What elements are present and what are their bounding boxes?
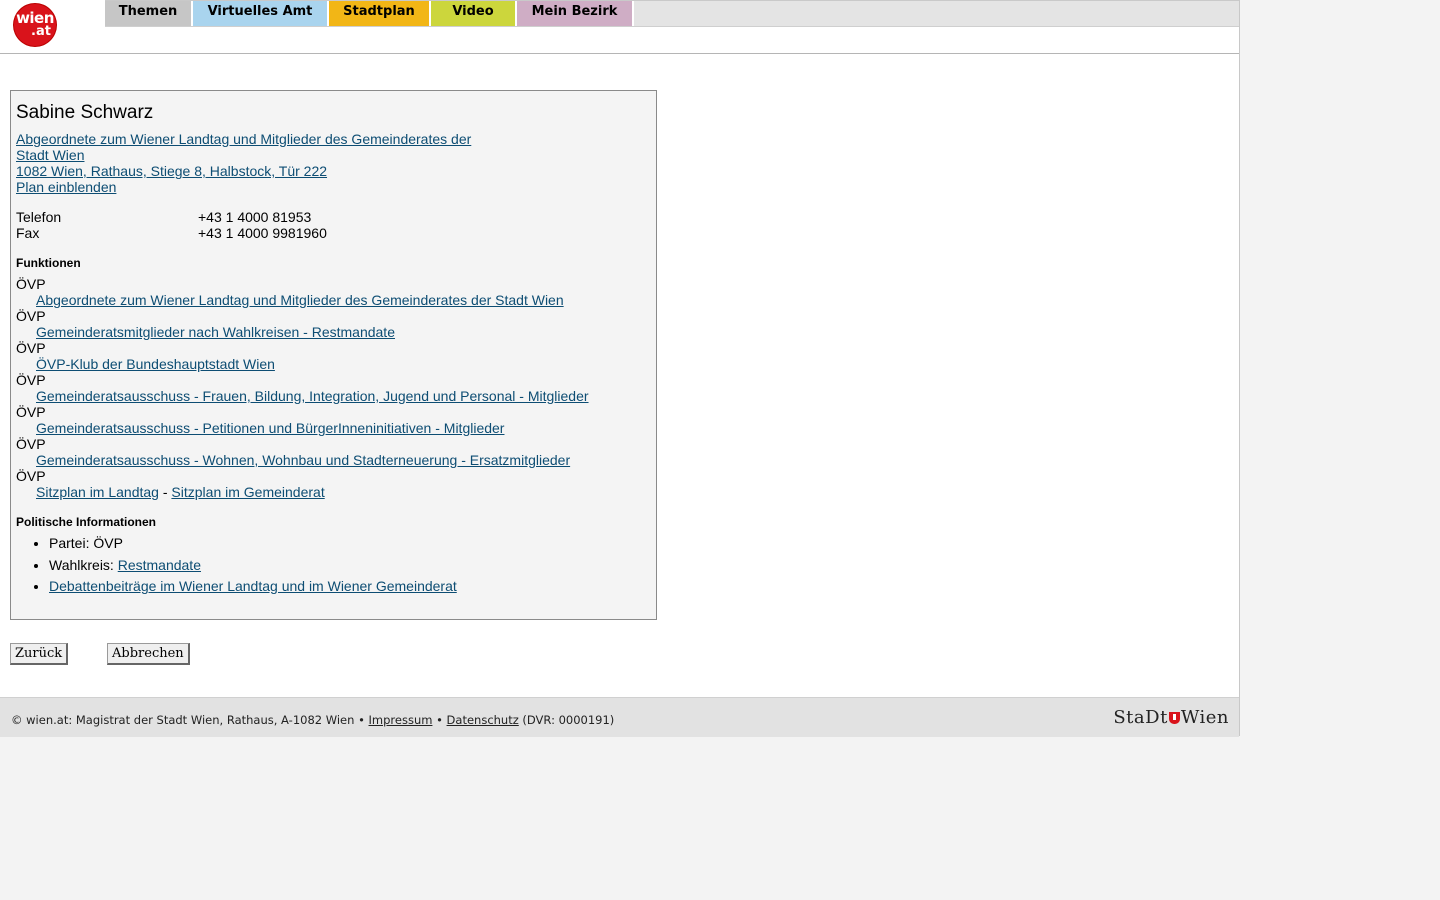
list-item: ÖVP ÖVP-Klub der Bundeshauptstadt Wien — [16, 340, 652, 372]
list-item: Partei: ÖVP — [49, 535, 652, 551]
function-link[interactable]: Gemeinderatsausschuss - Frauen, Bildung,… — [36, 388, 589, 404]
list-item: Debattenbeiträge im Wiener Landtag und i… — [49, 578, 652, 594]
page: wien .at Themen Virtuelles Amt Stadtplan… — [0, 0, 1240, 737]
office-link-2[interactable]: Stadt Wien — [16, 147, 496, 163]
tab-themen[interactable]: Themen — [105, 1, 193, 26]
person-card: Sabine Schwarz Abgeordnete zum Wiener La… — [10, 90, 657, 620]
list-item: ÖVP Abgeordnete zum Wiener Landtag und Mi… — [16, 276, 652, 308]
phone-label: Telefon — [16, 209, 62, 225]
footer-text: © wien.at: Magistrat der Stadt Wien, Rat… — [11, 713, 614, 727]
seat-plan-gemeinderat-link[interactable]: Sitzplan im Gemeinderat — [171, 484, 324, 500]
wien-shield-icon — [1168, 712, 1180, 724]
copyright-text: © wien.at: Magistrat der Stadt Wien, Rat… — [11, 713, 369, 727]
wahlkreis-label: Wahlkreis: — [49, 556, 118, 573]
list-item: Wahlkreis: Restmandate — [49, 557, 652, 573]
tab-virtuelles-amt[interactable]: Virtuelles Amt — [193, 1, 329, 26]
fax-label: Fax — [16, 225, 40, 241]
function-party: ÖVP — [16, 436, 46, 452]
office-link-1[interactable]: Abgeordnete zum Wiener Landtag und Mitgl… — [16, 131, 496, 147]
seat-separator: - — [158, 484, 172, 500]
tab-video[interactable]: Video — [431, 1, 517, 26]
party-info: Partei: ÖVP — [49, 535, 123, 551]
list-item: ÖVP Gemeinderatsausschuss - Wohnen, Wohnb… — [16, 436, 652, 468]
fax-value: +43 1 4000 9981960 — [198, 225, 327, 241]
impressum-link[interactable]: Impressum — [369, 713, 433, 727]
back-button[interactable]: Zurück — [10, 643, 69, 665]
wien-at-logo[interactable]: wien .at — [14, 4, 56, 46]
phone-value: +43 1 4000 81953 — [198, 209, 312, 225]
contact-block: Telefon +43 1 4000 81953 Fax +43 1 4000 … — [16, 209, 652, 241]
function-link[interactable]: Abgeordnete zum Wiener Landtag und Mitgl… — [36, 292, 564, 308]
wahlkreis-link[interactable]: Restmandate — [118, 557, 201, 573]
function-party: ÖVP — [16, 372, 46, 388]
phone-row: Telefon +43 1 4000 81953 — [16, 209, 652, 225]
debates-link[interactable]: Debattenbeiträge im Wiener Landtag und i… — [49, 578, 457, 594]
tab-stadtplan[interactable]: Stadtplan — [329, 1, 431, 26]
political-heading: Politische Informationen — [16, 515, 157, 529]
tab-mein-bezirk[interactable]: Mein Bezirk — [517, 1, 634, 26]
function-link[interactable]: Gemeinderatsausschuss - Petitionen und B… — [36, 420, 504, 436]
person-name: Sabine Schwarz — [16, 102, 154, 123]
address-link[interactable]: 1082 Wien, Rathaus, Stiege 8, Halbstock,… — [16, 163, 496, 179]
footer-bullet: • — [432, 713, 447, 727]
address-block: Abgeordnete zum Wiener Landtag und Mitgl… — [16, 131, 496, 195]
function-link[interactable]: Gemeinderatsmitglieder nach Wahlkreisen … — [36, 324, 395, 340]
main-nav: Themen Virtuelles Amt Stadtplan Video Me… — [105, 0, 1239, 27]
logo-wien-text: Wien — [1180, 707, 1229, 728]
site-header: wien .at Themen Virtuelles Amt Stadtplan… — [0, 0, 1239, 54]
fax-row: Fax +43 1 4000 9981960 — [16, 225, 652, 241]
list-item: ÖVP Sitzplan im Landtag - Sitzplan im Ge… — [16, 468, 652, 500]
seat-plan-landtag-link[interactable]: Sitzplan im Landtag — [36, 484, 159, 500]
function-party: ÖVP — [16, 340, 46, 356]
function-party: ÖVP — [16, 276, 46, 292]
function-link[interactable]: ÖVP-Klub der Bundeshauptstadt Wien — [36, 356, 275, 372]
function-link[interactable]: Gemeinderatsausschuss - Wohnen, Wohnbau … — [36, 452, 570, 468]
list-item: ÖVP Gemeinderatsausschuss - Petitionen un… — [16, 404, 652, 436]
show-map-link[interactable]: Plan einblenden — [16, 179, 496, 195]
cancel-button[interactable]: Abbrechen — [107, 643, 190, 665]
functions-list: ÖVP Abgeordnete zum Wiener Landtag und Mi… — [16, 276, 652, 500]
function-party: ÖVP — [16, 308, 46, 324]
function-party: ÖVP — [16, 404, 46, 420]
footer: © wien.at: Magistrat der Stadt Wien, Rat… — [0, 697, 1239, 737]
functions-heading: Funktionen — [16, 256, 81, 270]
stadt-wien-logo[interactable]: StaDt Wien — [1113, 707, 1229, 728]
datenschutz-link[interactable]: Datenschutz — [447, 713, 519, 727]
political-info-list: Partei: ÖVP Wahlkreis: Restmandate Debat… — [16, 535, 652, 594]
logo-text-at: .at — [31, 24, 51, 39]
list-item: ÖVP Gemeinderatsausschuss - Frauen, Bildu… — [16, 372, 652, 404]
logo-stadt-text: StaDt — [1113, 707, 1168, 728]
function-party: ÖVP — [16, 468, 46, 484]
list-item: ÖVP Gemeinderatsmitglieder nach Wahlkreis… — [16, 308, 652, 340]
dvr-text: (DVR: 0000191) — [518, 713, 615, 727]
